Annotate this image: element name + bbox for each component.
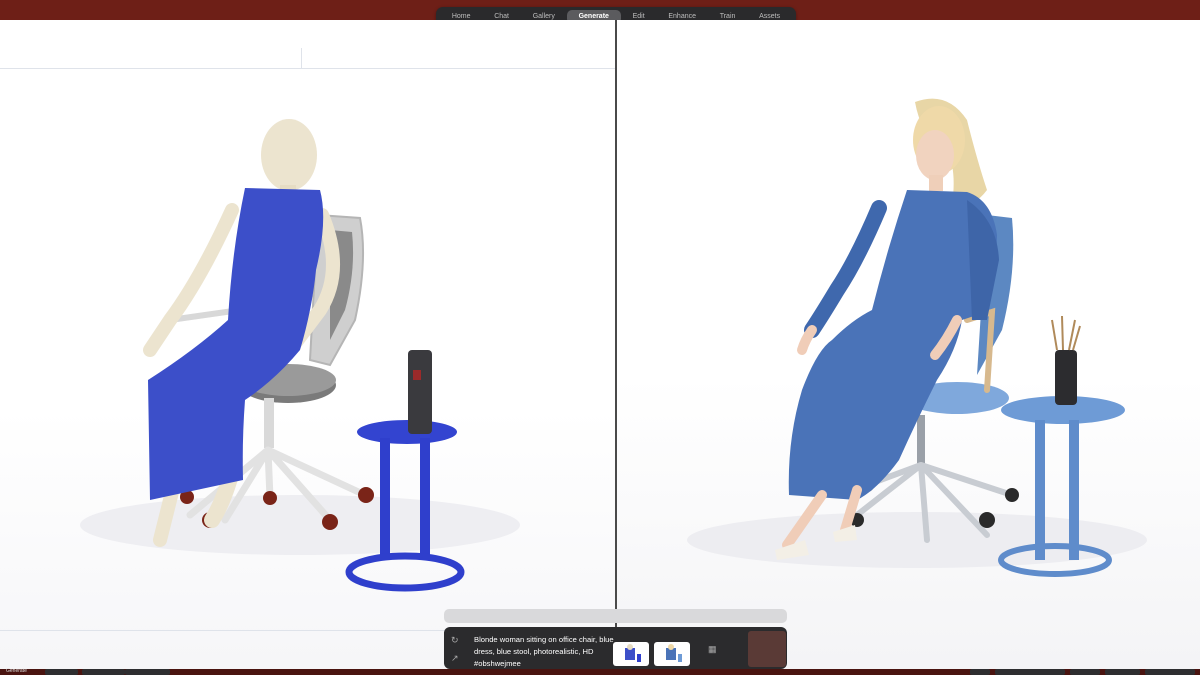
generated-woman-image xyxy=(687,98,1147,577)
taskbar-item[interactable] xyxy=(970,669,990,675)
prompt-text[interactable]: Blonde woman sitting on office chair, bl… xyxy=(474,634,624,670)
taskbar-item[interactable] xyxy=(1105,669,1140,675)
taskbar-item[interactable] xyxy=(45,669,78,675)
status-label: Generate xyxy=(6,668,27,674)
generated-result-panel[interactable] xyxy=(617,20,1200,669)
taskbar-item[interactable] xyxy=(1145,669,1195,675)
input-sketch-panel[interactable] xyxy=(0,20,615,669)
thumbnail-generated[interactable] xyxy=(654,642,690,666)
thumbnail-sketch[interactable] xyxy=(613,642,649,666)
refresh-icon[interactable]: ↻ xyxy=(451,635,459,646)
prompt-header[interactable] xyxy=(444,609,787,623)
mannequin-scene-image xyxy=(80,119,520,592)
taskbar-item[interactable] xyxy=(82,669,125,675)
thumbnail-history[interactable] xyxy=(748,631,786,667)
canvas-area xyxy=(0,20,1200,669)
prompt-bar: ↻ ↗ Blonde woman sitting on office chair… xyxy=(444,627,787,669)
taskbar-item[interactable] xyxy=(125,669,170,675)
taskbar-item[interactable] xyxy=(1070,669,1100,675)
taskbar-item[interactable] xyxy=(995,669,1065,675)
layout-icon[interactable]: ▦ xyxy=(708,644,717,655)
link-icon[interactable]: ↗ xyxy=(451,653,459,664)
